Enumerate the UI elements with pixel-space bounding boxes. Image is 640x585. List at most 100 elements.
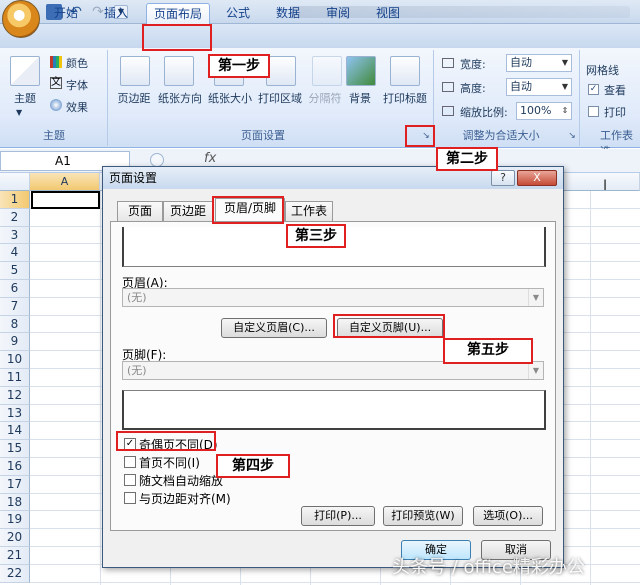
row-header[interactable]: 1: [0, 191, 30, 209]
gridlines-view-checkbox[interactable]: ✓: [588, 84, 599, 95]
colors-icon: [50, 56, 62, 68]
row-header[interactable]: 13: [0, 404, 30, 423]
row-header[interactable]: 5: [0, 262, 30, 280]
height-combo[interactable]: 自动 ▼: [506, 78, 572, 96]
tab-margins[interactable]: 页边距: [163, 201, 213, 221]
annotation-box-custom-footer: [333, 314, 445, 338]
first-page-label: 首页不同(I): [139, 456, 200, 470]
tab-home[interactable]: 开始: [44, 3, 88, 24]
height-value: 自动: [510, 80, 532, 93]
annotation-box-page-layout-tab: [142, 24, 212, 51]
header-dropdown-icon: ▼: [528, 289, 543, 306]
row-header[interactable]: 6: [0, 280, 30, 298]
height-dropdown-icon: ▼: [561, 82, 569, 91]
row-header[interactable]: 7: [0, 297, 30, 316]
annotation-box-launcher: [405, 125, 435, 147]
row-header[interactable]: 10: [0, 351, 30, 369]
group-label-scale: 调整为合适大小: [462, 129, 540, 142]
first-page-checkbox[interactable]: [124, 456, 136, 468]
tab-view[interactable]: 视图: [368, 3, 408, 24]
options-button[interactable]: 选项(O)...: [473, 506, 543, 526]
colors-button[interactable]: 颜色: [66, 55, 88, 71]
scale-with-doc-checkbox[interactable]: [124, 474, 136, 486]
scale-spin-icon: ⇕: [561, 106, 569, 115]
annotation-step2: 第二步: [436, 147, 498, 171]
width-dropdown-icon: ▼: [561, 58, 569, 67]
fonts-button[interactable]: 字体: [66, 77, 88, 93]
tab-formulas[interactable]: 公式: [218, 3, 258, 24]
header-select[interactable]: (无) ▼: [122, 288, 544, 307]
row-header[interactable]: 9: [0, 333, 30, 352]
row-header[interactable]: 15: [0, 440, 30, 458]
row-header[interactable]: 14: [0, 422, 30, 441]
footer-dropdown-icon: ▼: [528, 362, 543, 379]
effects-button[interactable]: 效果: [66, 99, 88, 115]
function-icon[interactable]: fx: [204, 151, 216, 166]
themes-button[interactable]: 主题: [4, 90, 46, 106]
print-preview-button[interactable]: 打印预览(W): [383, 506, 463, 526]
gridlines-print-checkbox[interactable]: [588, 106, 599, 117]
height-label: 高度:: [460, 82, 486, 95]
grid-column-line: [100, 191, 101, 585]
themes-icon: [10, 56, 40, 86]
themes-dropdown-icon: ▼: [16, 108, 23, 117]
row-header[interactable]: 20: [0, 529, 30, 547]
select-all-corner[interactable]: [0, 173, 30, 191]
tab-page-layout[interactable]: 页面布局: [146, 3, 210, 24]
print-button[interactable]: 打印(P)...: [301, 506, 375, 526]
scale-value: 100%: [520, 104, 552, 117]
row-header[interactable]: 2: [0, 208, 30, 227]
tab-review[interactable]: 审阅: [318, 3, 358, 24]
row-header[interactable]: 16: [0, 458, 30, 476]
close-icon[interactable]: X: [517, 170, 557, 186]
footer-preview: [122, 390, 546, 430]
tab-insert[interactable]: 插入: [96, 3, 136, 24]
office-button[interactable]: [2, 0, 40, 38]
active-cell-a1[interactable]: [31, 191, 100, 209]
align-margins-checkbox[interactable]: [124, 492, 136, 504]
watermark: 头条号 / office精彩办公: [392, 557, 585, 578]
width-icon: [442, 58, 454, 68]
name-box-slider-icon[interactable]: [150, 153, 164, 167]
scale-launcher-icon[interactable]: ↘: [566, 130, 578, 142]
size-button[interactable]: 纸张大小: [202, 90, 258, 106]
header-footer-panel: 页眉(A): (无) ▼ 自定义页眉(C)... 自定义页脚(U)... 页脚(F…: [110, 221, 556, 531]
tab-data[interactable]: 数据: [268, 3, 308, 24]
annotation-box-header-footer-tab: [212, 196, 284, 224]
row-header[interactable]: 19: [0, 511, 30, 530]
annotation-step5: 第五步: [443, 338, 533, 364]
scale-label: 缩放比例:: [460, 106, 508, 119]
gridlines-label: 网格线: [586, 64, 619, 77]
margins-button[interactable]: 页边距: [110, 90, 158, 106]
row-header[interactable]: 18: [0, 493, 30, 512]
row-header[interactable]: 8: [0, 315, 30, 334]
print-titles-icon: [390, 56, 420, 86]
tab-page[interactable]: 页面: [117, 201, 163, 221]
annotation-box-odd-even: [116, 431, 216, 451]
width-combo[interactable]: 自动 ▼: [506, 54, 572, 72]
print-area-button[interactable]: 打印区域: [252, 90, 308, 106]
print-titles-button[interactable]: 打印标题: [378, 90, 432, 106]
annotation-step3: 第三步: [286, 224, 346, 248]
background-button[interactable]: 背景: [342, 90, 378, 106]
annotation-step4: 第四步: [216, 454, 290, 478]
row-header[interactable]: 21: [0, 547, 30, 565]
background-icon: [346, 56, 376, 86]
row-header[interactable]: 3: [0, 226, 30, 245]
print-area-icon: [266, 56, 296, 86]
tab-sheet[interactable]: 工作表: [285, 201, 333, 221]
orientation-button[interactable]: 纸张方向: [152, 90, 208, 106]
group-label-themes: 主题: [43, 129, 65, 142]
group-sheet-options: 网格线 ✓ 查看 打印 工作表选: [580, 50, 640, 158]
row-header[interactable]: 22: [0, 564, 30, 583]
custom-header-button[interactable]: 自定义页眉(C)...: [221, 318, 327, 338]
row-header[interactable]: 4: [0, 244, 30, 263]
row-header[interactable]: 17: [0, 475, 30, 494]
column-header-a[interactable]: A: [30, 173, 100, 191]
scale-spinner[interactable]: 100% ⇕: [516, 102, 572, 120]
row-header[interactable]: 12: [0, 386, 30, 405]
row-header[interactable]: 11: [0, 369, 30, 387]
help-icon[interactable]: ?: [491, 170, 515, 186]
group-page-setup: 页边距 纸张方向 纸张大小 打印区域 分隔符 背景 打印标题 页面设置 ↘: [108, 50, 434, 146]
height-icon: [442, 82, 454, 92]
